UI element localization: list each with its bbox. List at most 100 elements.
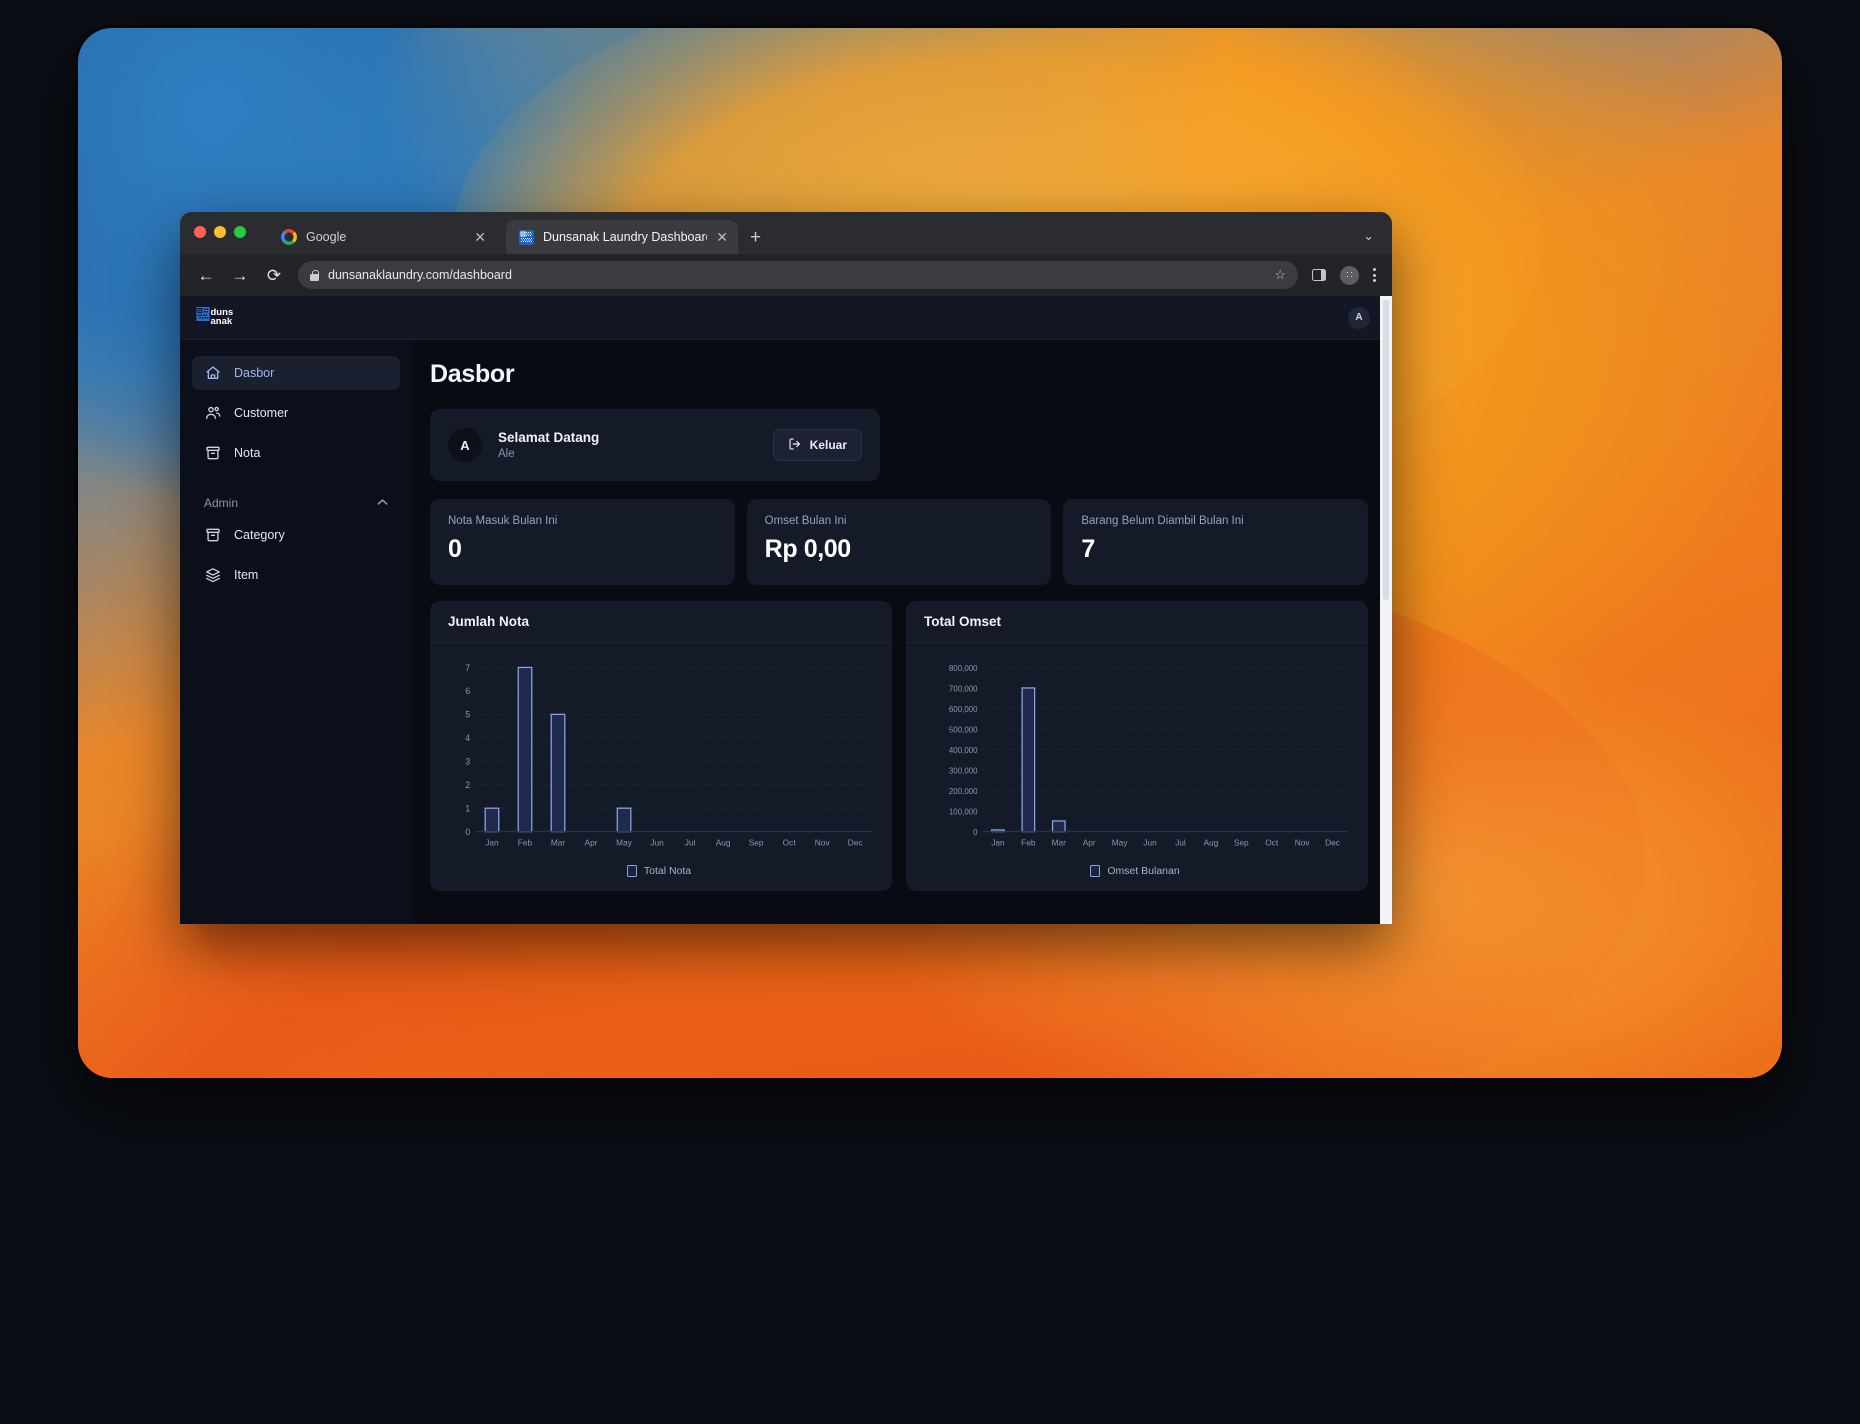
tab-title: Dunsanak Laundry Dashboard [543, 230, 708, 244]
sidebar-item-dasbor[interactable]: Dasbor [192, 356, 400, 390]
page-scrollbar-thumb[interactable] [1383, 300, 1389, 600]
svg-text:500,000: 500,000 [949, 725, 978, 734]
svg-text:Jan: Jan [485, 837, 499, 847]
tab-dunsanak-laundry-dashboard[interactable]: Dunsanak Laundry Dashboard ✕ [506, 220, 738, 254]
bookmark-star-icon[interactable]: ☆ [1274, 267, 1286, 283]
chevron-down-icon[interactable]: ⌄ [1363, 228, 1374, 244]
sidebar-group-admin[interactable]: Admin [192, 488, 400, 518]
welcome-title: Selamat Datang [498, 430, 600, 445]
user-avatar[interactable]: A [1348, 306, 1370, 329]
close-window-button[interactable] [194, 226, 206, 238]
svg-text:Apr: Apr [585, 837, 598, 847]
web-page: duns anak A Dasbor Customer Nota Admin C… [180, 296, 1392, 924]
page-title: Dasbor [430, 360, 515, 388]
svg-text:100,000: 100,000 [949, 807, 978, 816]
close-icon[interactable]: ✕ [474, 230, 486, 244]
stats-row: Nota Masuk Bulan Ini 0 Omset Bulan Ini R… [430, 499, 1369, 585]
reload-button[interactable]: ⟳ [264, 267, 284, 284]
legend-swatch-icon [1090, 865, 1101, 877]
svg-text:anak: anak [211, 316, 233, 327]
chart-body: 0 1 2 3 4 5 6 7 Jan Feb Mar Apr May Jun Jul Aug Sep Oct No… [430, 643, 892, 891]
bar-chart-svg: 0 100,000 200,000 300,000 400,000 500,000 600,… [949, 664, 1348, 847]
svg-text:600,000: 600,000 [949, 705, 978, 714]
forward-button[interactable]: → [230, 267, 250, 284]
browser-toolbar: ← → ⟳ dunsanaklaundry.com/dashboard ☆ ∷ [180, 254, 1392, 296]
charts-row: Jumlah Nota 0 1 2 3 4 5 6 7 Jan Feb Mar Apr May Jun Ju… [430, 601, 1368, 891]
svg-text:May: May [616, 837, 633, 847]
svg-text:Sep: Sep [749, 837, 764, 847]
welcome-text: Selamat Datang Ale [498, 430, 757, 460]
svg-text:Mar: Mar [551, 837, 566, 847]
layers-icon [204, 567, 221, 584]
chart-legend[interactable]: Omset Bulanan [916, 859, 1354, 883]
avatar: A [448, 428, 482, 462]
legend-label: Total Nota [643, 865, 692, 877]
new-tab-button[interactable]: + [750, 228, 761, 247]
stat-card-omset: Omset Bulan Ini Rp 0,00 [746, 499, 1052, 585]
svg-text:700,000: 700,000 [949, 684, 978, 693]
bar-chart-svg: 0 1 2 3 4 5 6 7 Jan Feb Mar Apr May Jun Jul Aug Sep Oct No… [465, 663, 872, 847]
svg-text:6: 6 [465, 686, 470, 696]
svg-text:1: 1 [465, 804, 470, 814]
minimize-window-button[interactable] [214, 226, 226, 238]
legend-swatch-icon [626, 865, 637, 877]
svg-text:Jun: Jun [650, 837, 664, 847]
address-bar[interactable]: dunsanaklaundry.com/dashboard ☆ [298, 261, 1298, 289]
chart-plot-area: 0 1 2 3 4 5 6 7 Jan Feb Mar Apr May Jun Jul Aug Sep Oct No… [440, 659, 878, 859]
stat-value: Rp 0,00 [764, 535, 852, 563]
chart-legend[interactable]: Total Nota [440, 859, 878, 883]
profile-avatar-icon[interactable]: ∷ [1340, 265, 1359, 285]
stat-card-nota-masuk: Nota Masuk Bulan Ini 0 [430, 499, 735, 585]
sidebar-item-label: Category [234, 528, 285, 542]
side-panel-icon[interactable] [1312, 269, 1326, 281]
site-favicon-icon [519, 229, 534, 245]
svg-text:0: 0 [973, 828, 978, 837]
svg-text:Jun: Jun [1143, 837, 1157, 847]
browser-window: Google ✕ Dunsanak Laundry Dashboard ✕ + … [180, 212, 1392, 924]
tab-google[interactable]: Google ✕ [268, 220, 496, 254]
svg-text:Oct: Oct [783, 837, 797, 847]
svg-text:Dec: Dec [1325, 837, 1340, 847]
svg-text:May: May [1112, 837, 1129, 847]
back-button[interactable]: ← [196, 267, 216, 284]
sidebar-item-item[interactable]: Item [192, 558, 400, 592]
close-icon[interactable]: ✕ [716, 230, 728, 244]
logout-button[interactable]: Keluar [772, 429, 862, 461]
app-topbar: duns anak A [180, 296, 1392, 340]
welcome-card: A Selamat Datang Ale Keluar [430, 409, 880, 481]
svg-text:Nov: Nov [1295, 837, 1311, 847]
sidebar-group-label: Admin [204, 496, 239, 510]
chart-card-total-omset: Total Omset 0 100,000 200,000 300,000 400,00… [906, 601, 1368, 891]
svg-text:3: 3 [465, 757, 470, 767]
stat-value: 0 [448, 535, 462, 563]
svg-text:2: 2 [465, 780, 470, 790]
logout-icon [788, 437, 802, 454]
brand-logo[interactable]: duns anak [196, 305, 252, 331]
svg-text:Oct: Oct [1265, 837, 1279, 847]
sidebar-item-customer[interactable]: Customer [192, 396, 400, 430]
stat-card-barang-belum-diambil: Barang Belum Diambil Bulan Ini 7 [1063, 499, 1369, 585]
svg-text:Apr: Apr [1083, 837, 1096, 847]
chart-body: 0 100,000 200,000 300,000 400,000 500,000 600,… [906, 643, 1368, 891]
sidebar-item-label: Customer [234, 406, 289, 420]
users-icon [204, 405, 221, 422]
maximize-window-button[interactable] [234, 226, 246, 238]
svg-text:Jul: Jul [1175, 837, 1186, 847]
chart-title: Total Omset [906, 601, 1368, 643]
chart-card-jumlah-nota: Jumlah Nota 0 1 2 3 4 5 6 7 Jan Feb Mar Apr May Jun Ju… [430, 601, 892, 891]
chart-title: Jumlah Nota [430, 601, 892, 643]
main-content: Dasbor A Selamat Datang Ale Keluar Nota … [412, 340, 1392, 924]
stat-label: Omset Bulan Ini [764, 515, 847, 527]
svg-text:Feb: Feb [1021, 837, 1036, 847]
sidebar-item-nota[interactable]: Nota [192, 436, 400, 470]
sidebar-item-category[interactable]: Category [192, 518, 400, 552]
dunsanak-logo-icon: duns anak [196, 306, 233, 327]
chevron-up-icon [377, 498, 388, 508]
sidebar-item-label: Item [234, 568, 259, 582]
archive-icon [204, 445, 221, 462]
svg-text:Feb: Feb [518, 837, 533, 847]
browser-menu-icon[interactable] [1373, 268, 1376, 282]
svg-text:Nov: Nov [815, 837, 831, 847]
svg-text:Aug: Aug [716, 837, 731, 847]
svg-text:Mar: Mar [1052, 837, 1067, 847]
